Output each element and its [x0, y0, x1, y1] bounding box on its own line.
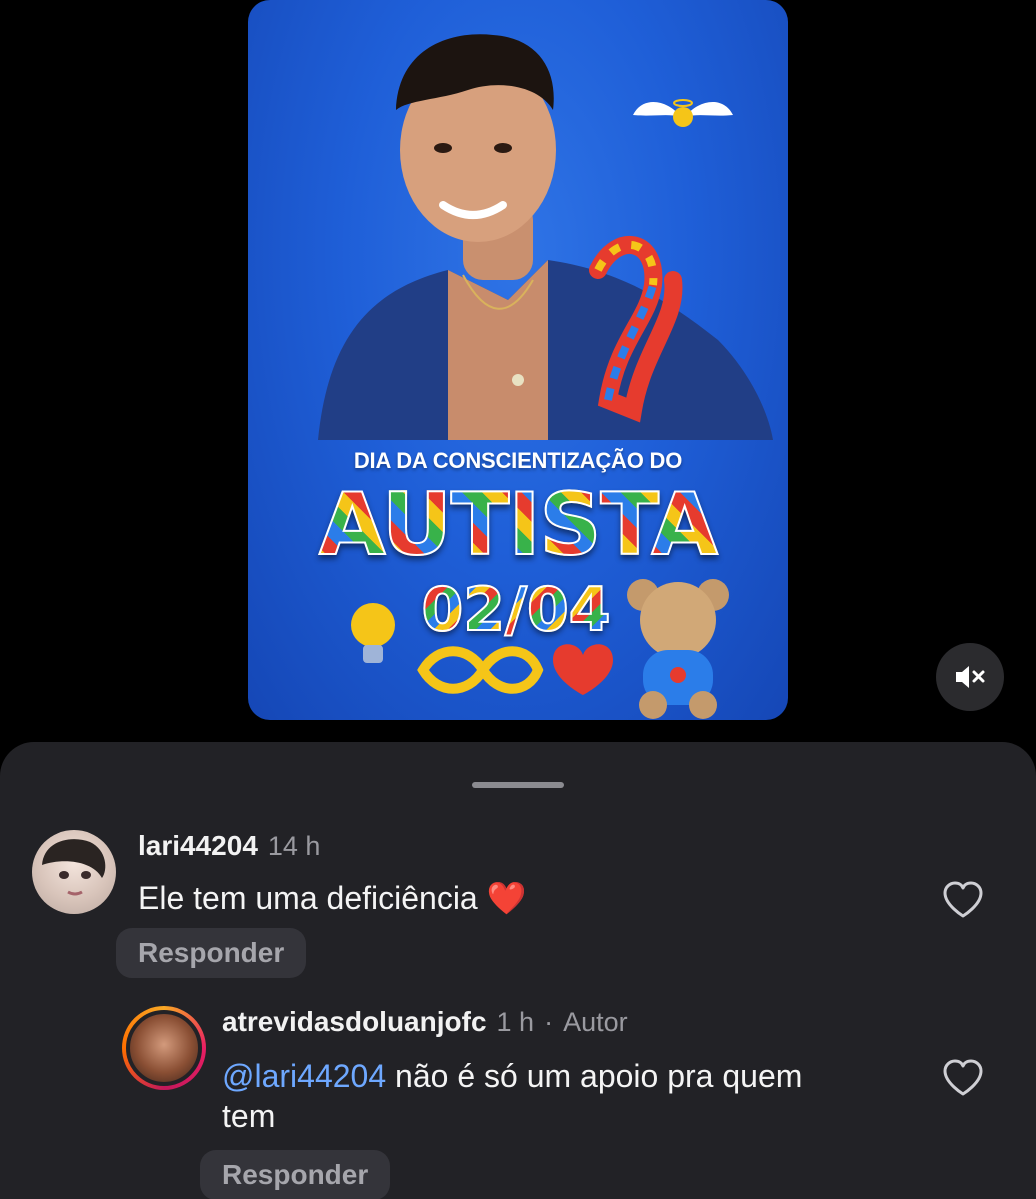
- red-heart-emoji: ❤️: [486, 880, 527, 916]
- comment-header: lari44204 14 h: [138, 830, 320, 862]
- reply-time: 1 h: [496, 1007, 535, 1037]
- post-headline: DIA DA CONSCIENTIZAÇÃO DO: [353, 448, 683, 473]
- mute-button[interactable]: [936, 643, 1004, 711]
- avatar[interactable]: [32, 830, 116, 914]
- post-date: 02/04: [416, 574, 616, 646]
- user-photo: [42, 839, 106, 896]
- screen: DIA DA CONSCIENTIZAÇÃO DO AUTISTA 02/04 …: [0, 0, 1036, 1199]
- meta-separator: ·: [544, 1007, 554, 1037]
- post-big-word: AUTISTA: [248, 474, 788, 576]
- sheet-grabber[interactable]: [472, 782, 564, 788]
- reply-button[interactable]: Responder: [200, 1150, 391, 1199]
- speaker-muted-icon: [956, 666, 985, 688]
- author-photo: [126, 1010, 202, 1086]
- like-heart-icon[interactable]: [941, 880, 985, 920]
- reply-button[interactable]: Responder: [116, 928, 307, 978]
- reply-username[interactable]: atrevidasdoluanjofc: [222, 1006, 487, 1038]
- comment-body: Ele tem uma deficiência: [138, 880, 478, 916]
- reply-text: @lari44204 não é só um apoio pra quem te…: [222, 1056, 862, 1136]
- comment-time: 14 h: [267, 831, 321, 861]
- reply-header: atrevidasdoluanjofc 1 h · Autor: [222, 1006, 628, 1038]
- post-image[interactable]: DIA DA CONSCIENTIZAÇÃO DO AUTISTA 02/04: [248, 0, 788, 720]
- avatar-story-ring[interactable]: [122, 1006, 206, 1090]
- brand-logo: [633, 99, 733, 127]
- mention-link[interactable]: @lari44204: [222, 1058, 386, 1094]
- author-badge: Autor: [563, 1007, 628, 1037]
- comment-username[interactable]: lari44204: [138, 830, 258, 862]
- comment-text: Ele tem uma deficiência ❤️: [138, 878, 526, 918]
- like-heart-icon[interactable]: [941, 1058, 985, 1098]
